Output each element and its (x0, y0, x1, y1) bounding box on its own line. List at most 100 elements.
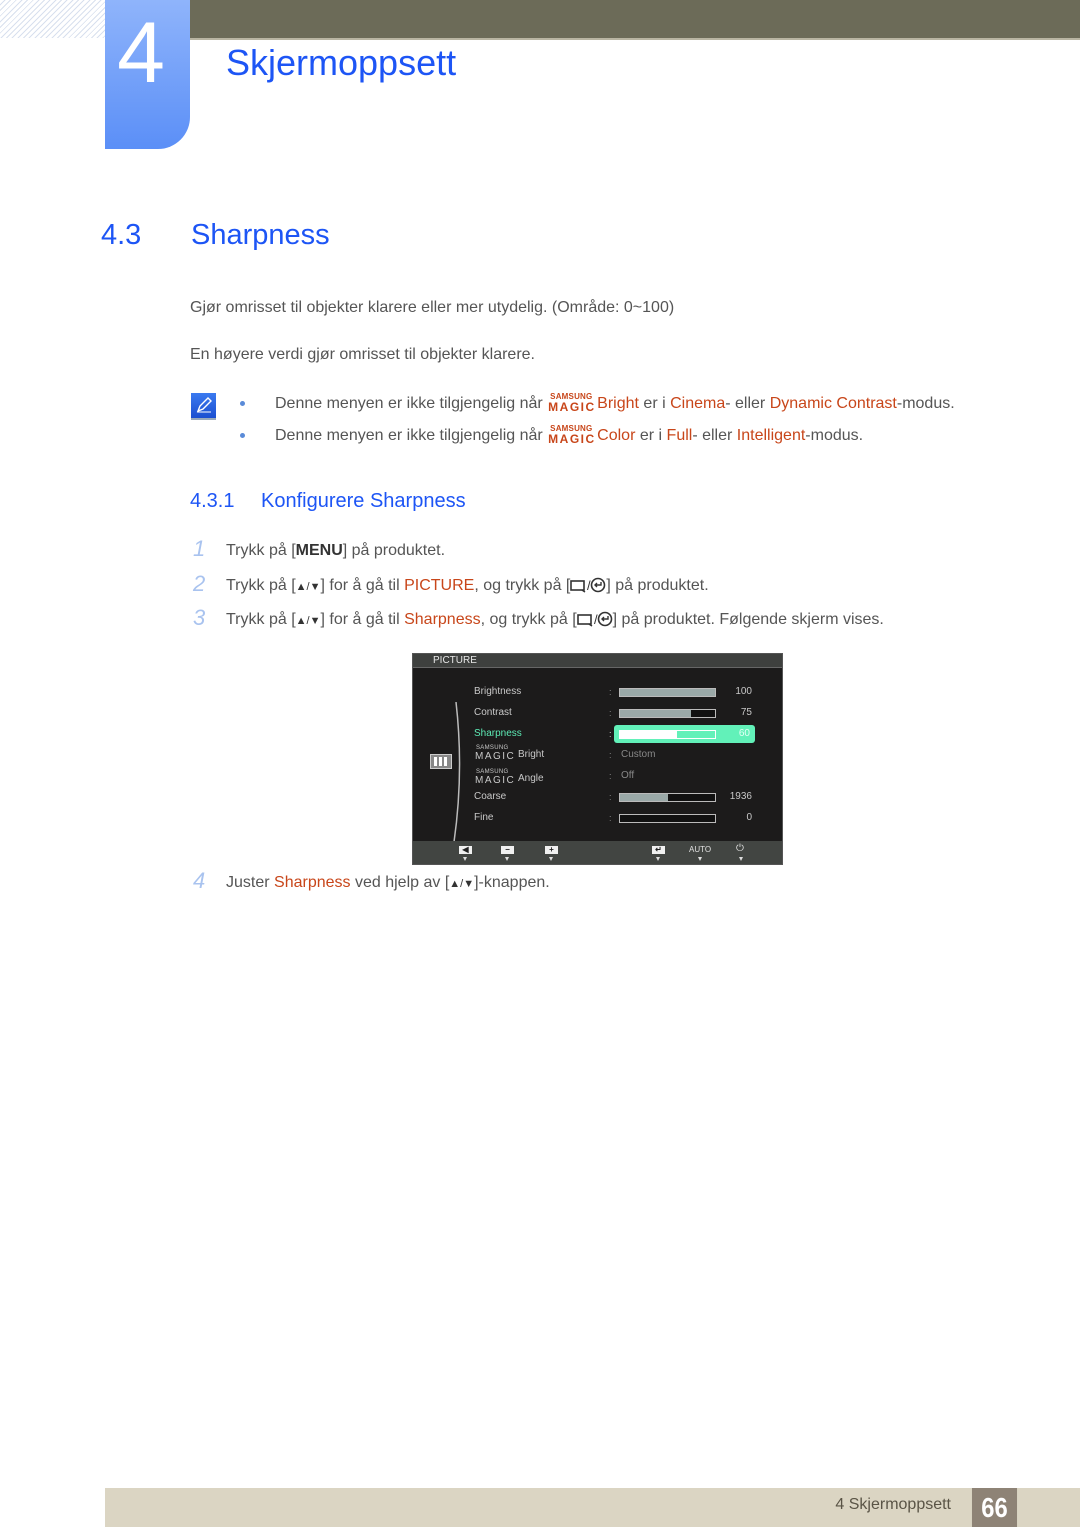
osd-curve-decoration (453, 702, 461, 842)
osd-colon: : (609, 729, 612, 739)
subsection-title: Konfigurere Sharpness (261, 490, 466, 512)
step-number: 4 (193, 868, 206, 893)
osd-value-contrast: 75 (740, 707, 752, 718)
plus-button-icon[interactable]: + (545, 846, 558, 854)
down-pointer-icon (463, 857, 467, 861)
feature-name: Bright (597, 395, 639, 412)
osd-label-magic-bright: SAMSUNG MAGIC Bright (475, 745, 545, 762)
osd-label-contrast: Contrast (474, 707, 512, 718)
menu-key: MENU (295, 542, 343, 559)
menu-target: PICTURE (404, 577, 475, 594)
osd-selected-row[interactable]: 60 (614, 725, 755, 743)
chapter-tab: 4 (105, 0, 190, 149)
chapter-title: Skjermoppsett (226, 42, 457, 83)
step-text: Trykk på [▲/▼] for å gå til PICTURE, og … (226, 577, 709, 598)
samsung-magic-logo: SAMSUNG MAGIC (548, 392, 596, 414)
up-down-arrows-icon: ▲/▼ (295, 581, 321, 593)
osd-colon: : (609, 708, 612, 718)
up-down-arrows-icon: ▲/▼ (449, 878, 475, 890)
osd-screen: PICTURE Brightness : 100 Contrast : 75 S… (412, 653, 783, 865)
osd-slider-fine[interactable] (619, 814, 716, 823)
slider-fill (620, 794, 668, 801)
osd-colon: : (609, 792, 612, 802)
note-text: - eller (725, 395, 766, 412)
osd-label-brightness: Brightness (474, 686, 522, 697)
down-pointer-icon (505, 857, 509, 861)
section-number: 4.3 (101, 219, 142, 251)
down-pointer-icon (739, 857, 743, 861)
osd-colon: : (609, 771, 612, 781)
osd-label-fine: Fine (474, 812, 494, 823)
svg-text:/: / (594, 612, 598, 627)
mode-name: Full (666, 427, 693, 444)
osd-value-magic-angle: Off (621, 770, 635, 781)
osd-colon: : (609, 687, 612, 697)
osd-slider-contrast[interactable] (619, 709, 716, 718)
osd-title: PICTURE (433, 655, 477, 666)
down-pointer-icon (656, 857, 660, 861)
slider-fill (620, 710, 692, 717)
osd-colon: : (609, 750, 612, 760)
note-text: -modus. (896, 395, 955, 412)
mode-name: Dynamic Contrast (769, 395, 897, 412)
down-pointer-icon (698, 857, 702, 861)
header-bar (190, 0, 1080, 40)
osd-value-sharpness: 60 (738, 728, 750, 739)
menu-target: Sharpness (404, 611, 481, 628)
samsung-magic-logo: SAMSUNG MAGIC (475, 769, 516, 786)
paragraph: Gjør omrisset til objekter klarere eller… (190, 299, 675, 316)
source-enter-icon: / (576, 611, 613, 632)
step-number: 1 (193, 536, 206, 561)
picture-menu-icon (430, 754, 452, 769)
note-text: er i (639, 427, 663, 444)
note-text: -modus. (805, 427, 864, 444)
step-text: Juster Sharpness ved hjelp av [▲/▼]-knap… (226, 874, 550, 891)
step-number: 2 (193, 571, 206, 596)
osd-slider-sharpness[interactable] (619, 730, 716, 739)
paragraph: En høyere verdi gjør omrisset til objekt… (190, 346, 535, 363)
osd-value-fine: 0 (746, 812, 752, 823)
osd-label-coarse: Coarse (474, 791, 507, 802)
osd-button-bar: ◀ − + ↵ AUTO ⏻ (413, 841, 782, 864)
page-number: 66 (971, 1488, 1018, 1527)
svg-text:/: / (587, 578, 591, 593)
osd-label-sharpness: Sharpness (474, 728, 522, 739)
note-pencil-icon (191, 393, 216, 420)
mode-name: Intelligent (736, 427, 806, 444)
osd-value-magic-bright: Custom (621, 749, 656, 760)
section-title: Sharpness (191, 219, 330, 251)
slider-fill (620, 731, 677, 738)
chapter-number: 4 (117, 5, 165, 101)
down-pointer-icon (549, 857, 553, 861)
slider-fill (620, 689, 715, 696)
bullet-dot (240, 401, 245, 407)
osd-label-magic-angle: SAMSUNG MAGIC Angle (475, 769, 544, 786)
note-text: - eller (692, 427, 733, 444)
osd-value-coarse: 1936 (729, 791, 752, 802)
power-button-icon[interactable]: ⏻ (736, 843, 744, 854)
decorative-stripes (0, 0, 105, 38)
enter-button-icon[interactable]: ↵ (652, 846, 665, 854)
note-text: Denne menyen er ikke tilgjengelig når (275, 427, 543, 444)
note-text: Denne menyen er ikke tilgjengelig når (275, 395, 543, 412)
osd-slider-brightness[interactable] (619, 688, 716, 697)
footer-chapter-label: 4 Skjermoppsett (835, 1496, 951, 1513)
source-enter-icon: / (570, 577, 606, 598)
osd-slider-coarse[interactable] (619, 793, 716, 802)
feature-name: Color (597, 427, 636, 444)
osd-header: PICTURE (413, 654, 782, 668)
step-text: Trykk på [▲/▼] for å gå til Sharpness, o… (226, 611, 884, 632)
note-bullet: Denne menyen er ikke tilgjengelig når SA… (240, 392, 955, 414)
samsung-magic-logo: SAMSUNG MAGIC (548, 424, 596, 446)
step-text: Trykk på [MENU] på produktet. (226, 542, 446, 559)
osd-value-brightness: 100 (735, 686, 752, 697)
step-number: 3 (193, 605, 206, 630)
subsection-number: 4.3.1 (190, 490, 235, 512)
note-bullet: Denne menyen er ikke tilgjengelig når SA… (240, 424, 864, 446)
auto-button[interactable]: AUTO (689, 845, 711, 854)
minus-button-icon[interactable]: − (501, 846, 514, 854)
samsung-magic-logo: SAMSUNG MAGIC (475, 745, 516, 762)
up-down-arrows-icon: ▲/▼ (295, 615, 321, 627)
left-arrow-button-icon[interactable]: ◀ (459, 846, 472, 854)
mode-name: Cinema (670, 395, 726, 412)
